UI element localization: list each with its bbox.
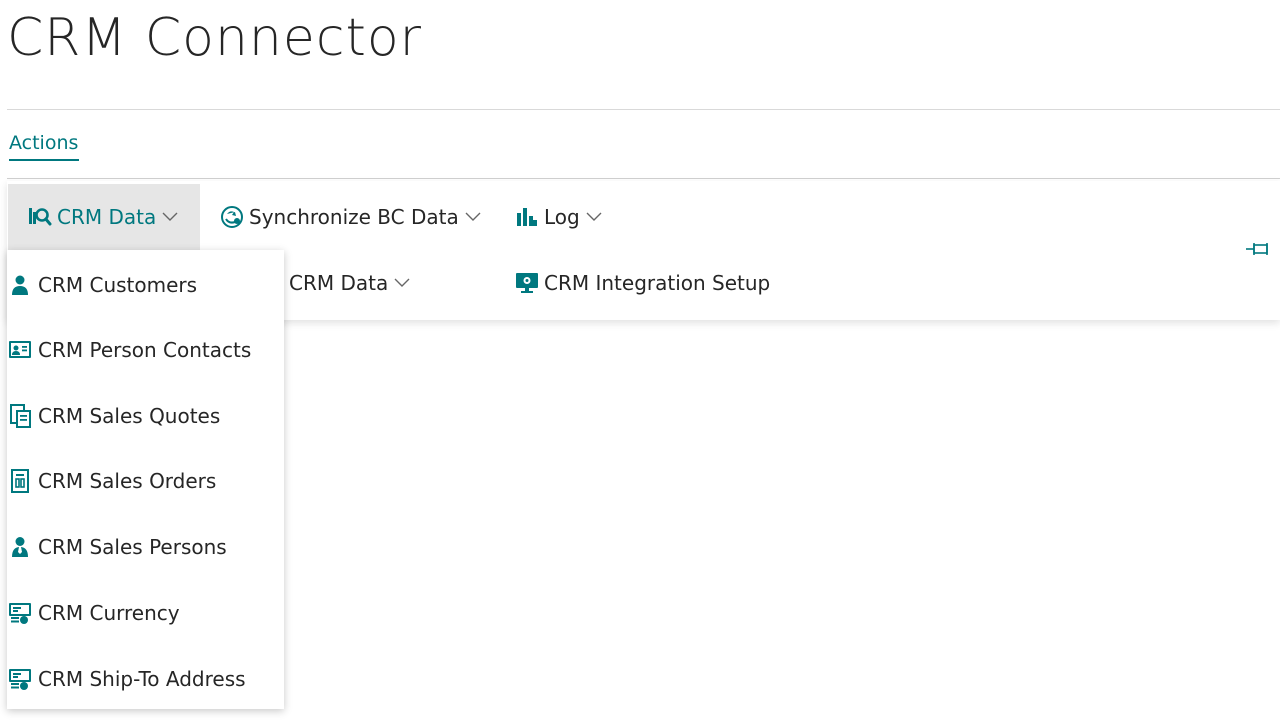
crm-integration-setup-label: CRM Integration Setup (544, 271, 771, 295)
monitor-setup-icon (516, 273, 538, 293)
log-label: Log (544, 205, 580, 229)
menu-item-crm-ship-to-address[interactable]: CRM Ship-To Address (8, 659, 246, 699)
pin-icon[interactable] (1244, 240, 1270, 258)
menu-item-crm-sales-persons[interactable]: CRM Sales Persons (8, 527, 227, 567)
menu-item-label: CRM Sales Orders (38, 469, 217, 493)
chevron-down-icon (162, 212, 178, 221)
chevron-down-icon (465, 212, 481, 221)
chevron-down-icon (586, 212, 602, 221)
menu-item-crm-customers[interactable]: CRM Customers (8, 265, 197, 305)
crm-data-label: CRM Data (57, 205, 157, 229)
menu-item-crm-currency[interactable]: CRM Currency (8, 593, 180, 633)
tab-actions[interactable]: Actions (9, 132, 78, 154)
crm-integration-setup-button[interactable]: CRM Integration Setup (515, 271, 770, 295)
synchronize-bc-data-label: Synchronize BC Data (249, 205, 459, 229)
setup-crm-data-button[interactable]: p CRM Data (270, 271, 410, 295)
tab-actions-underline (9, 159, 79, 161)
page-title: CRM Connector (7, 8, 423, 68)
menu-item-label: CRM Sales Persons (38, 535, 227, 559)
person-icon (12, 275, 28, 295)
search-data-icon (29, 208, 52, 226)
menu-item-crm-sales-orders[interactable]: CRM Sales Orders (8, 461, 216, 501)
chevron-down-icon (394, 278, 410, 287)
synchronize-bc-data-button[interactable]: Synchronize BC Data (220, 205, 481, 229)
menu-item-label: CRM Ship-To Address (38, 667, 246, 691)
quote-document-icon (10, 404, 31, 428)
menu-item-crm-person-contacts[interactable]: CRM Person Contacts (8, 330, 251, 370)
menu-item-label: CRM Person Contacts (38, 338, 252, 362)
ship-to-address-icon (9, 669, 31, 690)
salesperson-icon (12, 537, 28, 557)
menu-item-crm-sales-quotes[interactable]: CRM Sales Quotes (8, 396, 220, 436)
page: CRM Connector Actions CRM Data Synchroni… (0, 0, 1280, 720)
log-chart-icon (517, 208, 537, 226)
crm-data-button[interactable]: CRM Data (8, 184, 200, 250)
menu-item-label: CRM Currency (38, 601, 180, 625)
menu-item-label: CRM Sales Quotes (38, 404, 221, 428)
menu-item-label: CRM Customers (38, 273, 198, 297)
title-divider (7, 109, 1280, 110)
tab-divider (7, 178, 1280, 179)
sync-globe-icon (221, 206, 243, 228)
log-button[interactable]: Log (515, 205, 602, 229)
contact-card-icon (9, 341, 31, 358)
setup-crm-data-label: p CRM Data (270, 271, 389, 295)
order-document-icon (11, 469, 29, 493)
currency-icon (9, 603, 31, 624)
